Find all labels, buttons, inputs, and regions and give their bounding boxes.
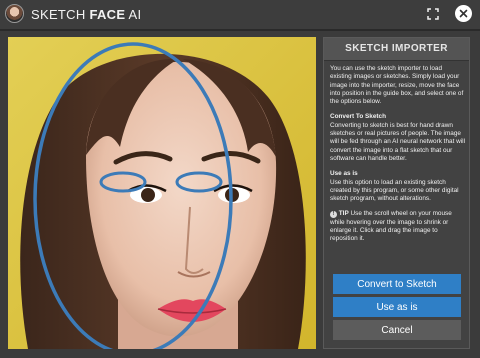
intro-text: You can use the sketch importer to load … (330, 65, 464, 106)
convert-text: Converting to sketch is best for hand dr… (330, 121, 465, 162)
app-title: SKETCH FACE AI (31, 7, 142, 22)
panel-header: SKETCH IMPORTER (324, 38, 469, 61)
convert-section: Convert To Sketch Converting to sketch i… (330, 113, 465, 163)
image-canvas[interactable] (8, 37, 316, 349)
tip-label: TIP (338, 210, 349, 218)
panel-body: You can use the sketch importer to load … (330, 65, 465, 251)
use-as-is-text: Use this option to load an existing sket… (330, 178, 459, 203)
face-photo (8, 37, 316, 349)
panel-title: SKETCH IMPORTER (345, 43, 448, 54)
close-icon[interactable] (455, 5, 472, 22)
expand-icon[interactable] (427, 8, 439, 20)
use-as-is-button[interactable]: Use as is (333, 297, 461, 317)
info-icon: ! (330, 211, 337, 219)
tip-section: ! TIP Use the scroll wheel on your mouse… (330, 210, 465, 243)
title-divider (0, 29, 480, 31)
sketch-importer-panel: SKETCH IMPORTER You can use the sketch i… (323, 37, 470, 349)
use-as-is-heading: Use as is (330, 170, 358, 178)
use-as-is-section: Use as is Use this option to load an exi… (330, 170, 465, 203)
app-logo-icon (5, 4, 24, 23)
convert-heading: Convert To Sketch (330, 113, 386, 121)
title-bar: SKETCH FACE AI (0, 0, 480, 29)
tip-text: Use the scroll wheel on your mouse while… (330, 210, 452, 243)
cancel-button[interactable]: Cancel (333, 320, 461, 340)
convert-to-sketch-button[interactable]: Convert to Sketch (333, 274, 461, 294)
